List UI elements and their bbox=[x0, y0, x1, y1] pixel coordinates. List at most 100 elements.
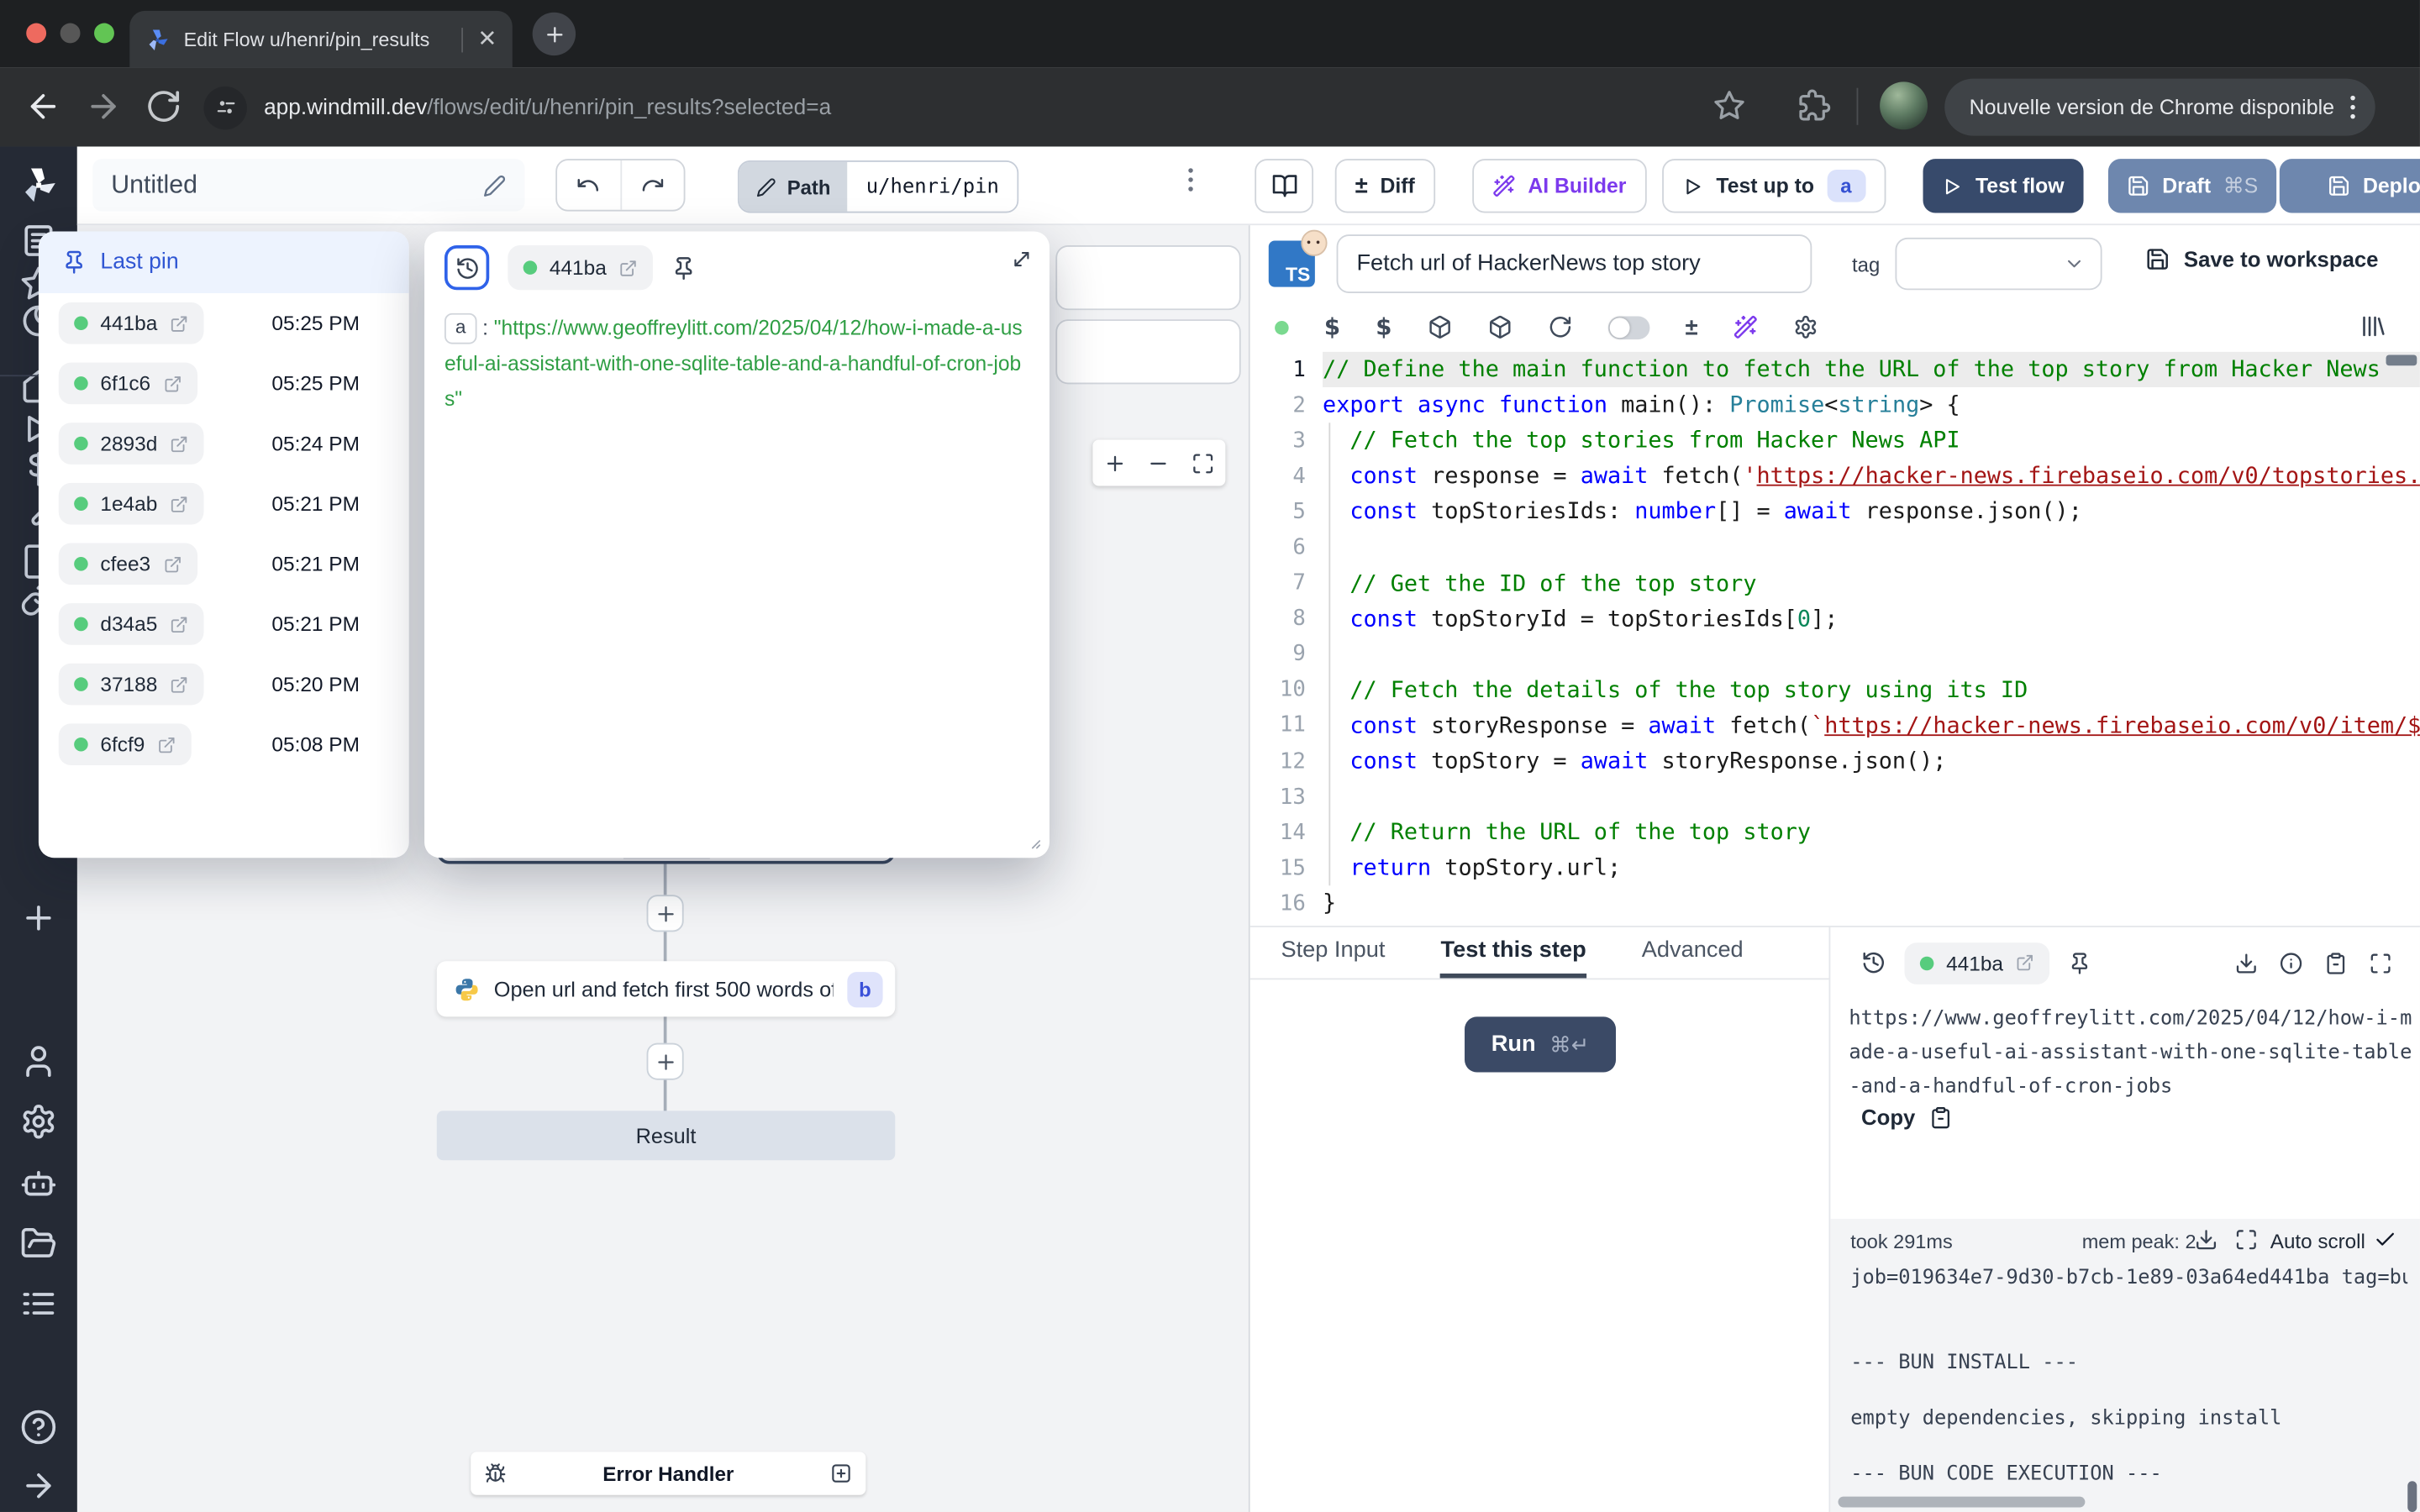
flow-path-chip[interactable]: Path u/henri/pin bbox=[738, 160, 1019, 213]
reload-script-icon[interactable] bbox=[1548, 315, 1572, 339]
sidebar-item-logs-list[interactable] bbox=[20, 1285, 57, 1322]
pin-row[interactable]: cfee305:21 PM bbox=[39, 533, 409, 594]
site-info-icon[interactable] bbox=[203, 86, 246, 129]
external-link-icon[interactable] bbox=[170, 675, 188, 694]
diff-mode-toggle[interactable] bbox=[1608, 316, 1650, 339]
pin-chip[interactable]: 1e4ab bbox=[59, 483, 204, 525]
bookmark-star-icon[interactable] bbox=[1713, 90, 1746, 123]
macos-zoom-button[interactable] bbox=[94, 24, 114, 44]
tab-advanced[interactable]: Advanced bbox=[1642, 927, 1744, 979]
test-up-to-button[interactable]: Test up to a bbox=[1662, 159, 1886, 213]
pin-icon[interactable] bbox=[671, 255, 696, 280]
ai-builder-button[interactable]: AI Builder bbox=[1472, 159, 1646, 213]
external-link-icon[interactable] bbox=[170, 615, 188, 633]
new-tab-button[interactable] bbox=[533, 13, 576, 55]
code-editor[interactable]: 1// Define the main function to fetch th… bbox=[1250, 352, 2420, 926]
code-line[interactable]: 3 // Fetch the top stories from Hacker N… bbox=[1250, 423, 2420, 459]
redo-button[interactable] bbox=[619, 160, 683, 210]
history-toggle-button[interactable] bbox=[445, 245, 489, 290]
path-value[interactable]: u/henri/pin bbox=[848, 162, 1018, 212]
tag-select[interactable] bbox=[1895, 238, 2102, 290]
windmill-logo-icon[interactable] bbox=[18, 165, 59, 206]
extensions-puzzle-icon[interactable] bbox=[1798, 90, 1831, 123]
code-line[interactable]: 7 // Get the ID of the top story bbox=[1250, 565, 2420, 601]
toolbar-more-menu-icon[interactable] bbox=[1188, 168, 1193, 192]
sidebar-item-folders[interactable] bbox=[20, 1225, 57, 1262]
code-line[interactable]: 12 const topStory = await storyResponse.… bbox=[1250, 743, 2420, 779]
profile-avatar[interactable] bbox=[1880, 81, 1928, 129]
sidebar-help-icon[interactable] bbox=[20, 1409, 57, 1446]
download-icon[interactable] bbox=[2235, 951, 2259, 974]
popup-pin-chip[interactable]: 441ba bbox=[508, 245, 653, 290]
add-step-button[interactable] bbox=[647, 1043, 684, 1080]
code-line[interactable]: 13 bbox=[1250, 780, 2420, 815]
tab-test-this-step[interactable]: Test this step bbox=[1441, 927, 1586, 979]
external-link-icon[interactable] bbox=[618, 259, 637, 277]
code-line[interactable]: 16} bbox=[1250, 886, 2420, 921]
pin-chip[interactable]: 441ba bbox=[59, 302, 204, 344]
external-link-icon[interactable] bbox=[163, 374, 182, 392]
forward-icon[interactable] bbox=[85, 88, 122, 125]
pin-icon[interactable] bbox=[2068, 951, 2091, 974]
copy-button[interactable]: Copy bbox=[1861, 1105, 1952, 1129]
macos-minimize-button[interactable] bbox=[60, 24, 81, 44]
result-node[interactable]: Result bbox=[437, 1110, 895, 1160]
pin-row[interactable]: d34a505:21 PM bbox=[39, 594, 409, 654]
flow-node-partial[interactable] bbox=[1055, 319, 1240, 384]
pin-row[interactable]: 1e4ab05:21 PM bbox=[39, 474, 409, 534]
code-line[interactable]: 8 const topStoryId = topStoriesIds[0]; bbox=[1250, 601, 2420, 637]
sidebar-add-button[interactable] bbox=[20, 900, 57, 937]
error-handler-node[interactable]: Error Handler bbox=[471, 1452, 865, 1494]
docs-book-button[interactable] bbox=[1255, 159, 1313, 213]
pin-chip[interactable]: 2893d bbox=[59, 423, 204, 465]
add-error-handler-icon[interactable] bbox=[830, 1462, 852, 1484]
expand-popup-icon[interactable] bbox=[1011, 249, 1033, 270]
reload-icon[interactable] bbox=[145, 88, 182, 125]
macos-close-button[interactable] bbox=[26, 24, 46, 44]
browser-menu-icon[interactable] bbox=[2349, 96, 2354, 119]
library-icon[interactable] bbox=[2360, 313, 2386, 339]
minimap-slider[interactable] bbox=[2386, 354, 2417, 365]
download-log-icon[interactable] bbox=[2195, 1228, 2218, 1252]
pin-chip[interactable]: d34a5 bbox=[59, 603, 204, 645]
pin-row[interactable]: 6fcf905:08 PM bbox=[39, 714, 409, 774]
pin-chip[interactable]: 6f1c6 bbox=[59, 363, 197, 405]
flow-name-input[interactable]: Untitled bbox=[92, 159, 524, 211]
resize-handle-icon[interactable] bbox=[1025, 833, 1042, 850]
code-line[interactable]: 2export async function main(): Promise<s… bbox=[1250, 387, 2420, 423]
chrome-update-button[interactable]: Nouvelle version de Chrome disponible bbox=[1944, 79, 2375, 136]
pin-row[interactable]: 6f1c605:25 PM bbox=[39, 354, 409, 414]
draft-button[interactable]: Draft ⌘S bbox=[2108, 159, 2276, 213]
zoom-out-icon[interactable] bbox=[1148, 451, 1171, 475]
external-link-icon[interactable] bbox=[170, 434, 188, 453]
zoom-in-icon[interactable] bbox=[1103, 451, 1127, 475]
flow-node-partial[interactable] bbox=[1055, 245, 1240, 310]
test-flow-button[interactable]: Test flow bbox=[1923, 159, 2083, 213]
code-line[interactable]: 14 // Return the URL of the top story bbox=[1250, 815, 2420, 850]
code-line[interactable]: 11 const storyResponse = await fetch(`ht… bbox=[1250, 708, 2420, 743]
code-line[interactable]: 10 // Fetch the details of the top story… bbox=[1250, 673, 2420, 708]
fit-view-icon[interactable] bbox=[1192, 451, 1215, 475]
code-line[interactable]: 5 const topStoriesIds: number[] = await … bbox=[1250, 494, 2420, 529]
sidebar-expand-arrow-icon[interactable] bbox=[20, 1467, 57, 1504]
undo-button[interactable] bbox=[557, 160, 619, 210]
code-line[interactable]: 4 const response = await fetch('https://… bbox=[1250, 459, 2420, 494]
external-link-icon[interactable] bbox=[2016, 953, 2034, 972]
expand-log-icon[interactable] bbox=[2235, 1228, 2259, 1252]
clipboard-icon[interactable] bbox=[2324, 951, 2348, 974]
info-icon[interactable] bbox=[2280, 951, 2303, 974]
editor-settings-gear-icon[interactable] bbox=[1793, 315, 1818, 339]
pin-row[interactable]: 441ba05:25 PM bbox=[39, 293, 409, 354]
back-icon[interactable] bbox=[24, 88, 61, 125]
code-line[interactable]: 9 bbox=[1250, 637, 2420, 672]
pin-chip[interactable]: cfee3 bbox=[59, 543, 197, 585]
ai-magic-wand-icon[interactable] bbox=[1733, 315, 1758, 339]
package-icon[interactable] bbox=[1428, 315, 1452, 339]
result-pin-chip[interactable]: 441ba bbox=[1904, 942, 2049, 984]
sidebar-item-settings[interactable] bbox=[20, 1103, 57, 1140]
code-line[interactable]: 1// Define the main function to fetch th… bbox=[1250, 352, 2420, 387]
sidebar-item-user[interactable] bbox=[20, 1043, 57, 1080]
history-icon[interactable] bbox=[1861, 950, 1886, 974]
resources-icon[interactable]: $ bbox=[1376, 313, 1392, 341]
pin-row[interactable]: 2893d05:24 PM bbox=[39, 413, 409, 474]
